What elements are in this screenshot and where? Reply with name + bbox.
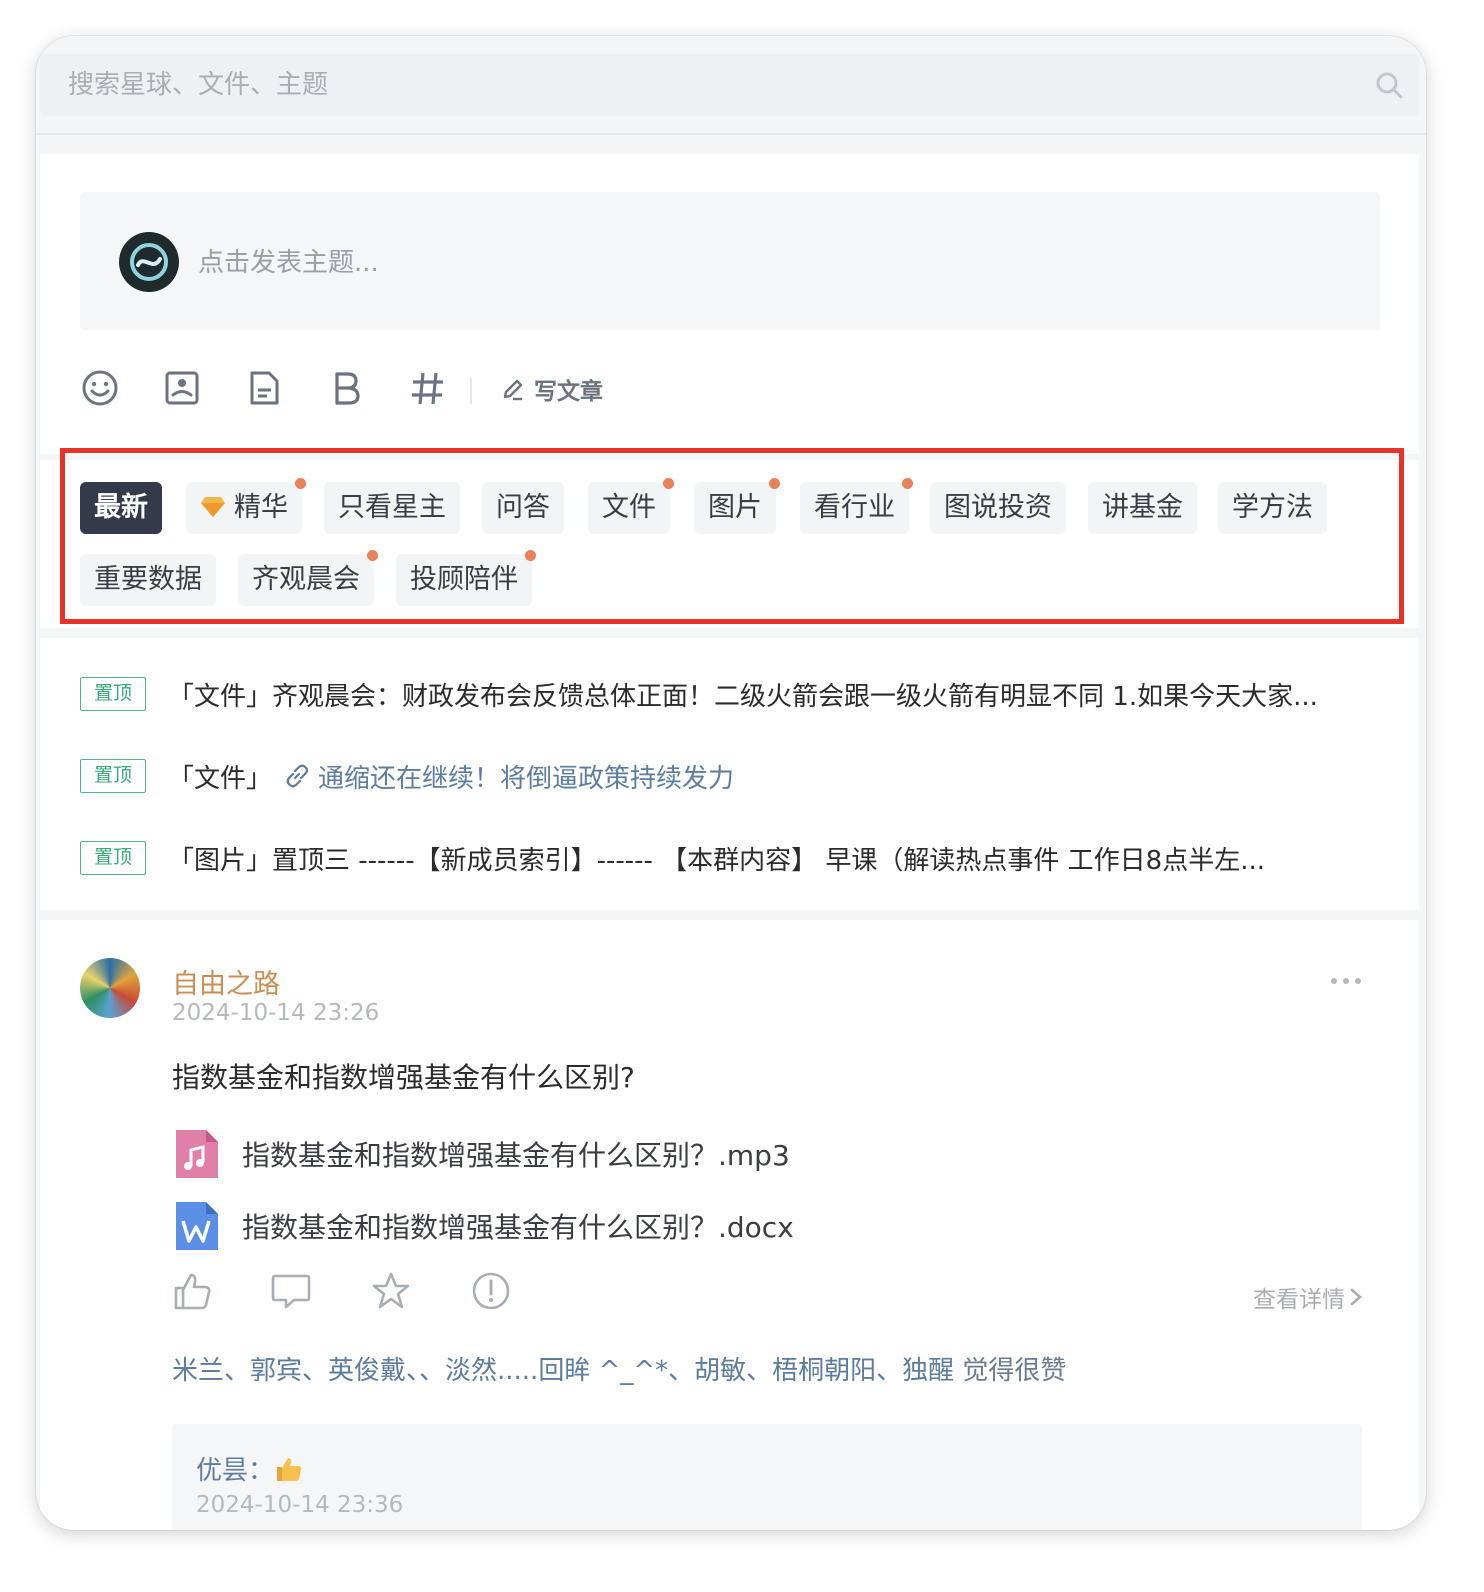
pinned-item[interactable]: 置顶 「文件」 通缩还在继续！将倒逼政策持续发力 (80, 756, 1390, 796)
tab-key-data[interactable]: 重要数据 (80, 554, 216, 606)
composer-panel: 点击发表主题... 写文章 (40, 154, 1419, 454)
search-icon[interactable] (1375, 71, 1403, 99)
view-detail-label: 查看详情 (1253, 1287, 1345, 1313)
pinned-link[interactable]: 通缩还在继续！将倒逼政策持续发力 (272, 758, 734, 795)
post-actions (172, 1270, 1372, 1314)
bold-icon[interactable] (326, 368, 366, 408)
pinned-badge: 置顶 (80, 841, 146, 875)
attachment-name: 指数基金和指数增强基金有什么区别？.docx (242, 1211, 794, 1244)
tab-featured[interactable]: 精华 (186, 478, 306, 534)
comment-author-name: 优昙： (196, 1456, 275, 1486)
attachment-name: 指数基金和指数增强基金有什么区别？.mp3 (242, 1139, 790, 1172)
tab-label: 讲基金 (1102, 492, 1183, 523)
pinned-title: 置顶三 ------【新成员索引】------ 【本群内容】 早课（解读热点事件… (272, 845, 1265, 876)
avatar (119, 232, 179, 292)
unread-dot (295, 478, 306, 489)
likes-suffix: 觉得很赞 (954, 1356, 1067, 1386)
tab-morning-meeting[interactable]: 齐观晨会 (238, 550, 378, 606)
write-article-label: 写文章 (534, 379, 603, 405)
post-timestamp: 2024-10-14 23:26 (172, 1000, 380, 1026)
post-card: 自由之路 2024-10-14 23:26 指数基金和指数增强基金有什么区别? … (40, 920, 1419, 1530)
unread-dot (902, 478, 913, 489)
tab-label: 投顾陪伴 (410, 564, 518, 595)
tab-label: 齐观晨会 (252, 564, 360, 595)
compose-box[interactable]: 点击发表主题... (80, 192, 1380, 330)
pinned-badge: 置顶 (80, 759, 146, 793)
search-input[interactable] (68, 54, 1268, 116)
tab-files[interactable]: 文件 (588, 478, 674, 534)
pen-icon (503, 379, 523, 401)
post-author[interactable]: 自由之路 (172, 962, 280, 1001)
tab-images[interactable]: 图片 (694, 478, 780, 534)
divider (36, 133, 1426, 135)
tab-latest[interactable]: 最新 (80, 482, 162, 534)
report-icon[interactable] (470, 1270, 512, 1312)
tab-label: 图说投资 (944, 492, 1052, 523)
view-detail-link[interactable]: 查看详情 (1253, 1280, 1363, 1314)
avatar-logo-icon (130, 243, 168, 281)
compose-placeholder: 点击发表主题... (198, 248, 379, 278)
tab-label: 重要数据 (94, 564, 202, 595)
tab-advisor[interactable]: 投顾陪伴 (396, 550, 536, 606)
tab-label: 最新 (94, 492, 148, 523)
post-title: 指数基金和指数增强基金有什么区别? (172, 1061, 635, 1094)
word-file-icon (176, 1202, 218, 1250)
tab-label: 学方法 (1232, 492, 1313, 523)
pinned-badge: 置顶 (80, 677, 146, 711)
tab-funds[interactable]: 讲基金 (1088, 482, 1197, 534)
image-icon[interactable] (162, 368, 202, 408)
pinned-list: 置顶 「文件」 齐观晨会：财政发布会反馈总体正面！二级火箭会跟一级火箭有明显不同… (40, 638, 1419, 910)
pinned-prefix: 「图片」 (168, 845, 273, 876)
comment-timestamp: 2024-10-14 23:36 (196, 1492, 404, 1518)
tab-label: 只看星主 (338, 492, 446, 523)
tab-label: 看行业 (814, 492, 895, 523)
comment-author[interactable]: 优昙： (196, 1450, 304, 1487)
unread-dot (769, 478, 780, 489)
file-icon[interactable] (244, 368, 284, 408)
like-icon[interactable] (172, 1270, 214, 1312)
search-bar (40, 54, 1419, 116)
more-icon[interactable] (1329, 976, 1363, 986)
emoji-icon[interactable] (80, 368, 120, 408)
tab-charts-investing[interactable]: 图说投资 (930, 482, 1066, 534)
comment-item: 优昙： 2024-10-14 23:36 (172, 1424, 1362, 1530)
unread-dot (367, 550, 378, 561)
app-window: 点击发表主题... (36, 36, 1426, 1530)
comment-icon[interactable] (270, 1270, 312, 1312)
likes-line: 米兰、郭宾、英俊戴、、淡然.....回眸 ^_^*、胡敏、梧桐朝阳、独醒 觉得很… (172, 1350, 1066, 1387)
pinned-prefix: 「文件」 (168, 763, 273, 794)
chevron-right-icon (1350, 1288, 1362, 1306)
tab-label: 图片 (708, 492, 762, 523)
star-icon[interactable] (370, 1270, 412, 1312)
attachment-item[interactable]: 指数基金和指数增强基金有什么区别？.docx (172, 1200, 794, 1252)
pinned-link-text: 通缩还在继续！将倒逼政策持续发力 (318, 763, 735, 794)
tab-qa[interactable]: 问答 (482, 482, 564, 534)
link-icon (286, 764, 309, 788)
pinned-prefix: 「文件」 (168, 681, 273, 712)
pinned-title: 齐观晨会：财政发布会反馈总体正面！二级火箭会跟一级火箭有明显不同 1.如果今天大… (272, 681, 1318, 712)
likes-names[interactable]: 米兰、郭宾、英俊戴、、淡然.....回眸 ^_^*、胡敏、梧桐朝阳、独醒 (172, 1356, 954, 1386)
hashtag-icon[interactable] (408, 368, 448, 408)
gem-icon (201, 496, 225, 517)
pinned-item[interactable]: 置顶 「图片」 置顶三 ------【新成员索引】------ 【本群内容】 早… (80, 838, 1390, 878)
unread-dot (525, 550, 536, 561)
tab-methods[interactable]: 学方法 (1218, 482, 1327, 534)
write-article-button[interactable]: 写文章 (500, 372, 603, 406)
tab-industry[interactable]: 看行业 (800, 478, 913, 534)
unread-dot (663, 478, 674, 489)
tab-label: 精华 (234, 492, 288, 523)
avatar[interactable] (80, 958, 140, 1018)
audio-file-icon (176, 1130, 218, 1178)
tab-label: 文件 (602, 492, 656, 523)
tab-owner-only[interactable]: 只看星主 (324, 482, 460, 534)
attachment-item[interactable]: 指数基金和指数增强基金有什么区别？.mp3 (172, 1128, 790, 1180)
pinned-item[interactable]: 置顶 「文件」 齐观晨会：财政发布会反馈总体正面！二级火箭会跟一级火箭有明显不同… (80, 674, 1390, 714)
toolbar-divider (470, 378, 472, 404)
compose-toolbar: 写文章 (80, 368, 780, 412)
category-tabs: 最新 精华 只看星主 问答 文件 图片 看行业 图说投资 讲基金 学方法 重要数… (40, 460, 1419, 628)
thumbs-up-icon (277, 1458, 302, 1481)
tab-label: 问答 (496, 492, 550, 523)
